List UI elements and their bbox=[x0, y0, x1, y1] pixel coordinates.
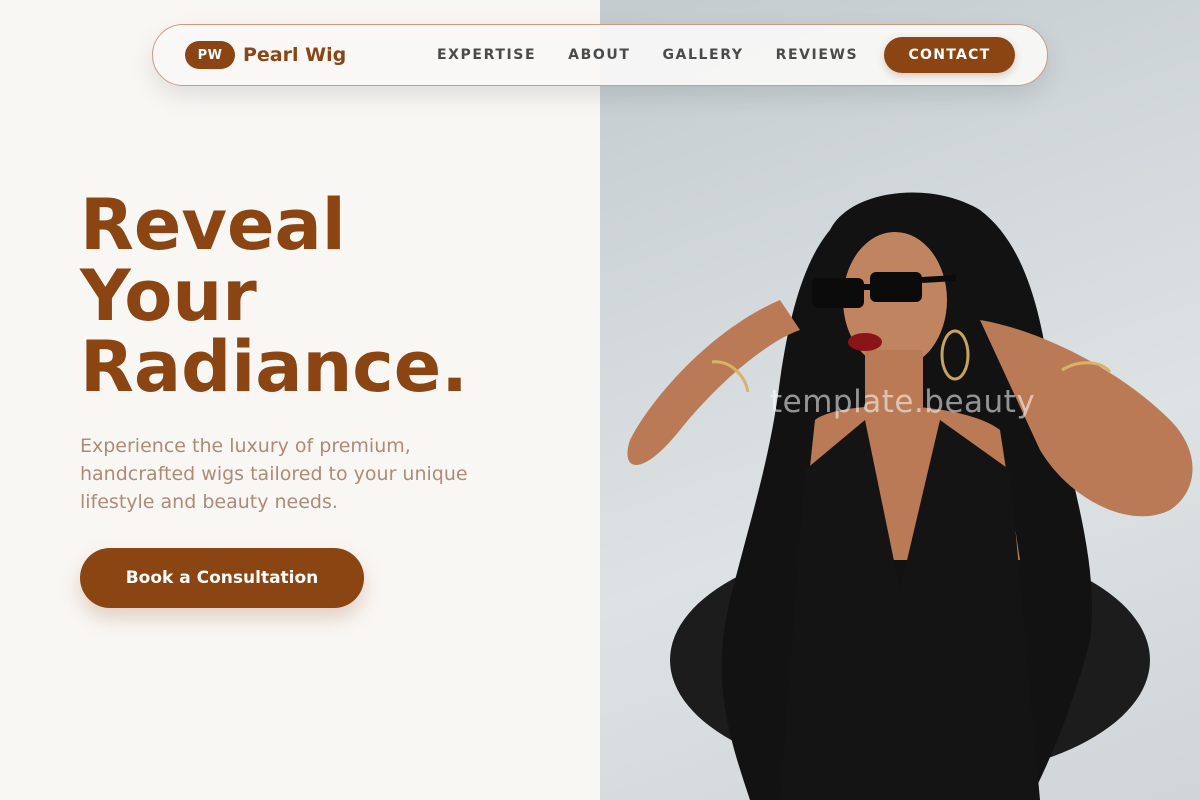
nav-link-expertise[interactable]: EXPERTISE bbox=[437, 47, 536, 63]
brand-name: Pearl Wig bbox=[243, 44, 347, 66]
hero-title-line-2: Your bbox=[80, 255, 257, 337]
book-consultation-button[interactable]: Book a Consultation bbox=[80, 548, 364, 608]
nav-link-gallery[interactable]: GALLERY bbox=[662, 47, 743, 63]
contact-button[interactable]: CONTACT bbox=[884, 37, 1015, 73]
nav-link-reviews[interactable]: REVIEWS bbox=[776, 47, 859, 63]
top-navigation: PW Pearl Wig EXPERTISE ABOUT GALLERY REV… bbox=[152, 24, 1048, 86]
brand-logo[interactable]: PW Pearl Wig bbox=[185, 41, 346, 69]
hero-title-line-3: Radiance. bbox=[80, 326, 468, 408]
watermark-text: template.beauty bbox=[770, 384, 1036, 420]
hero-photo: template.beauty bbox=[600, 0, 1200, 800]
hero-title-line-1: Reveal bbox=[80, 184, 346, 266]
hero-title: Reveal Your Radiance. bbox=[80, 190, 580, 403]
nav-links: EXPERTISE ABOUT GALLERY REVIEWS bbox=[437, 25, 890, 85]
hero-subtitle: Experience the luxury of premium, handcr… bbox=[80, 435, 468, 513]
brand-initials-badge: PW bbox=[185, 41, 235, 69]
nav-link-about[interactable]: ABOUT bbox=[568, 47, 630, 63]
